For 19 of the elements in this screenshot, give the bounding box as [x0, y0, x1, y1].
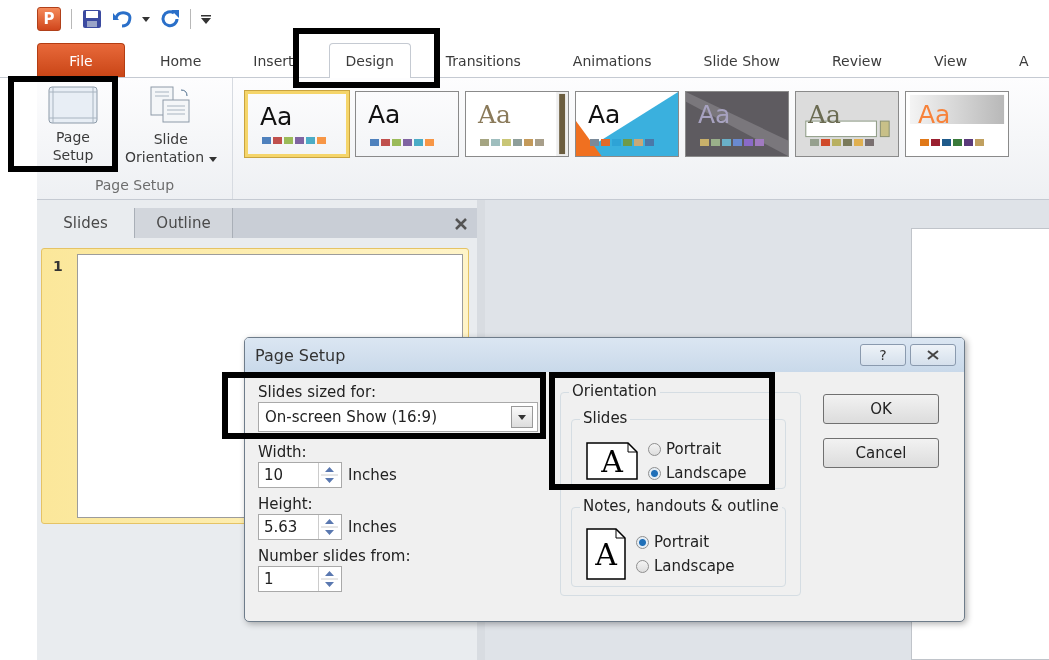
theme-sample-text: Aa [260, 102, 293, 131]
slide-number: 1 [52, 257, 64, 276]
unit-label: Inches [348, 518, 397, 536]
group-title: Notes, handouts & outline [580, 497, 782, 515]
field-label: Width: [258, 442, 308, 462]
theme-sample-text: Aa [918, 100, 951, 129]
field-label: Number slides from: [258, 546, 412, 566]
page-letter: A [601, 443, 623, 479]
field-label: Height: [258, 494, 314, 514]
theme-sample-text: Aa [588, 100, 621, 129]
theme-sample-text: Aa [698, 100, 731, 129]
unit-label: Inches [348, 466, 397, 484]
theme-sample-text: Aa [808, 100, 841, 129]
theme-sample-text: Aa [478, 100, 511, 129]
field-label: Slides sized for: [258, 382, 377, 402]
theme-sample-text: Aa [368, 100, 401, 129]
dialog-title: Page Setup [255, 345, 347, 365]
page-letter: A [595, 536, 617, 572]
group-label: Page Setup [93, 177, 176, 195]
